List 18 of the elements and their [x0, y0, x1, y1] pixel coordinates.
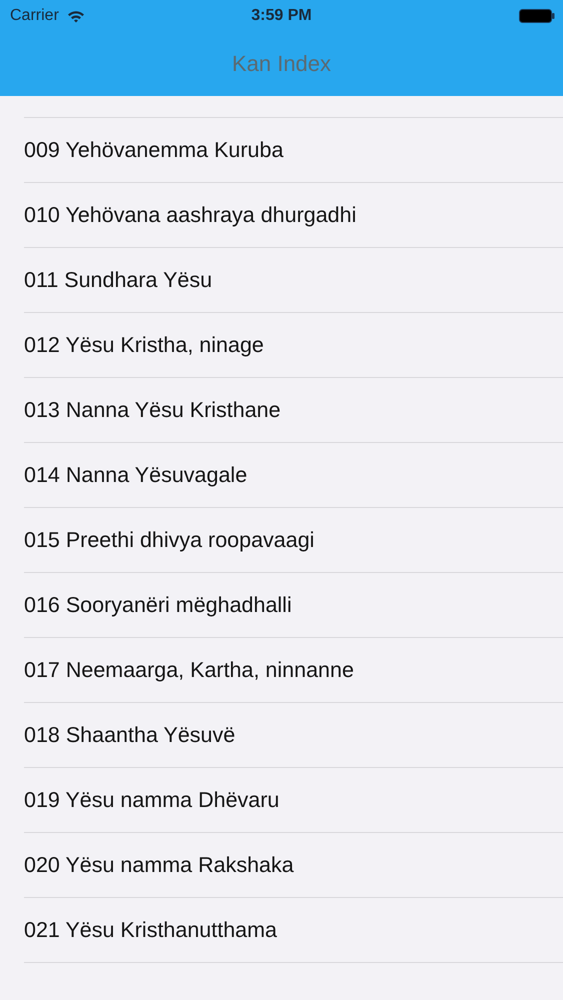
- list-item[interactable]: 011 Sundhara Yësu: [24, 248, 563, 313]
- list-item[interactable]: 014 Nanna Yësuvagale: [24, 443, 563, 508]
- wifi-icon: [66, 10, 85, 22]
- list-item[interactable]: 016 Sooryanëri mëghadhalli: [24, 573, 563, 638]
- list-item[interactable]: 017 Neemaarga, Kartha, ninnanne: [24, 638, 563, 703]
- list-item[interactable]: 015 Preethi dhivya roopavaagi: [24, 508, 563, 573]
- list-item[interactable]: 020 Yësu namma Rakshaka: [24, 833, 563, 898]
- list-item[interactable]: 012 Yësu Kristha, ninage: [24, 313, 563, 378]
- list-item[interactable]: 013 Nanna Yësu Kristhane: [24, 378, 563, 443]
- carrier-label: Carrier: [10, 7, 59, 25]
- clock-time: 3:59 PM: [251, 7, 312, 25]
- list-item[interactable]: 019 Yësu namma Dhëvaru: [24, 768, 563, 833]
- list-item[interactable]: 010 Yehövana aashraya dhurgadhi: [24, 183, 563, 248]
- screen-title: Kan Index: [232, 50, 332, 78]
- list-item[interactable]: 018 Shaantha Yësuvë: [24, 703, 563, 768]
- battery-icon: [519, 9, 555, 23]
- list-item[interactable]: 009 Yehövanemma Kuruba: [24, 118, 563, 183]
- list-item[interactable]: 021 Yësu Kristhanutthama: [24, 898, 563, 963]
